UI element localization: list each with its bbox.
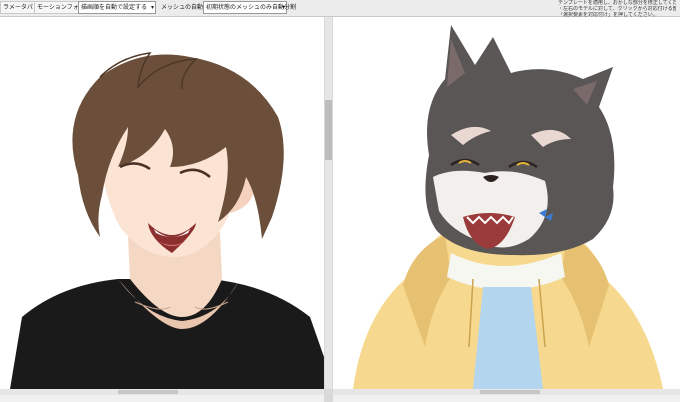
vertical-scrollbar[interactable] — [325, 17, 332, 389]
toolbar: ラメータパレット モーションフォルダ 描画順を自動で設定する ▾ メッシュの自動… — [0, 0, 680, 18]
instructions-text: テンプレートを適用し、おかしな部分を修正してください ・左右のモデルに対して、ク… — [558, 0, 676, 18]
right-model-canvas[interactable] — [333, 17, 680, 389]
left-horizontal-scrollbar-thumb[interactable] — [118, 390, 178, 394]
vertical-scrollbar-thumb[interactable] — [325, 100, 332, 160]
human-character-illustration — [10, 52, 324, 389]
right-horizontal-scrollbar-thumb[interactable] — [480, 390, 540, 394]
auto-setting-select[interactable]: 描画順を自動で設定する ▾ — [78, 1, 156, 14]
auto-setting-select-value: 描画順を自動で設定する — [81, 4, 148, 11]
chevron-down-icon: ▾ — [281, 4, 285, 11]
left-model-canvas[interactable] — [0, 17, 324, 389]
right-status-bar — [333, 395, 680, 402]
left-status-bar — [0, 395, 324, 402]
split-mode-select[interactable]: 初期状態のメッシュのみ自動分割 ▾ — [203, 1, 296, 14]
wolf-character-illustration — [353, 25, 663, 389]
chevron-down-icon: ▾ — [150, 4, 154, 11]
